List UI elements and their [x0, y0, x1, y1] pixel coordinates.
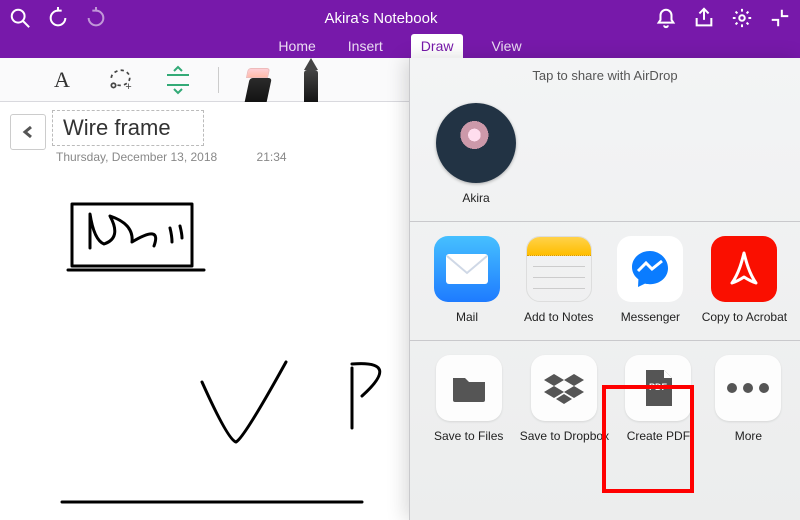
airdrop-section: Akira [410, 89, 800, 222]
space-icon [163, 65, 193, 95]
tab-view[interactable]: View [487, 38, 525, 58]
eraser-icon [246, 68, 270, 78]
mail-icon [434, 236, 500, 302]
app-root: Akira's Notebook Home Insert Draw View A… [0, 0, 800, 520]
action-save-dropbox[interactable]: Save to Dropbox [527, 355, 601, 443]
eraser-icon-body [244, 78, 272, 104]
share-icon[interactable] [692, 6, 716, 30]
share-app-label: Messenger [621, 310, 680, 324]
action-label: Save to Dropbox [520, 429, 609, 443]
share-app-label: Mail [456, 310, 478, 324]
airdrop-contact-name: Akira [462, 191, 489, 205]
undo-icon[interactable] [46, 6, 70, 30]
page-time: 21:34 [257, 150, 287, 164]
pdf-icon: PDF [625, 355, 691, 421]
collapse-icon[interactable] [768, 6, 792, 30]
tool-divider [218, 67, 219, 93]
notebook-title: Akira's Notebook [108, 10, 654, 27]
ink-sketch [52, 182, 392, 520]
lasso-icon: + [107, 67, 133, 93]
share-app-label: Copy to Acrobat [702, 310, 787, 324]
action-create-pdf[interactable]: PDF Create PDF [625, 355, 691, 443]
share-app-messenger[interactable]: Messenger [617, 236, 683, 324]
share-sheet: Tap to share with AirDrop Akira Mail [409, 58, 800, 520]
notes-icon [526, 236, 592, 302]
action-label: More [735, 429, 762, 443]
page-meta: Thursday, December 13, 2018 21:34 [56, 150, 287, 164]
avatar-icon [436, 103, 516, 183]
lasso-tool[interactable]: + [102, 62, 138, 98]
page-date: Thursday, December 13, 2018 [56, 150, 217, 164]
insert-space-tool[interactable] [160, 62, 196, 98]
action-label: Save to Files [434, 429, 503, 443]
bell-icon[interactable] [654, 6, 678, 30]
pen-icon-body [304, 70, 318, 104]
ribbon-tabs: Home Insert Draw View [0, 36, 800, 58]
titlebar-left [8, 6, 108, 30]
share-apps-row: Mail Add to Notes Messenger [420, 228, 790, 328]
share-app-label: Add to Notes [524, 310, 593, 324]
redo-icon[interactable] [84, 6, 108, 30]
search-icon[interactable] [8, 6, 32, 30]
airdrop-row: Akira [420, 95, 790, 209]
tab-insert[interactable]: Insert [344, 38, 387, 58]
tab-draw[interactable]: Draw [411, 34, 464, 58]
action-label: Create PDF [627, 429, 690, 443]
titlebar-right [654, 6, 792, 30]
airdrop-contact[interactable]: Akira [434, 103, 518, 205]
eraser-tool[interactable] [241, 62, 277, 98]
airdrop-caption: Tap to share with AirDrop [410, 58, 800, 89]
tab-home[interactable]: Home [274, 38, 319, 58]
share-apps-section: Mail Add to Notes Messenger [410, 222, 800, 341]
more-icon [715, 355, 781, 421]
folder-icon [436, 355, 502, 421]
messenger-icon [617, 236, 683, 302]
gear-icon[interactable] [730, 6, 754, 30]
share-actions-row: Save to Files Save to Dropbox PDF Create… [420, 347, 790, 447]
page-title[interactable]: Wire frame [52, 110, 204, 146]
back-button[interactable] [10, 114, 46, 150]
action-save-files[interactable]: Save to Files [434, 355, 503, 443]
share-app-acrobat[interactable]: Copy to Acrobat [707, 236, 781, 324]
svg-text:PDF: PDF [649, 382, 668, 392]
svg-text:+: + [125, 80, 131, 92]
text-tool[interactable]: A [44, 62, 80, 98]
dropbox-icon [531, 355, 597, 421]
share-app-notes[interactable]: Add to Notes [524, 236, 593, 324]
action-more[interactable]: More [715, 355, 781, 443]
pen-icon-tip [304, 58, 318, 70]
titlebar: Akira's Notebook [0, 0, 800, 36]
pen-tool[interactable] [299, 62, 335, 98]
letter-a-icon: A [54, 67, 70, 93]
share-actions-section: Save to Files Save to Dropbox PDF Create… [410, 341, 800, 459]
share-app-mail[interactable]: Mail [434, 236, 500, 324]
acrobat-icon [711, 236, 777, 302]
